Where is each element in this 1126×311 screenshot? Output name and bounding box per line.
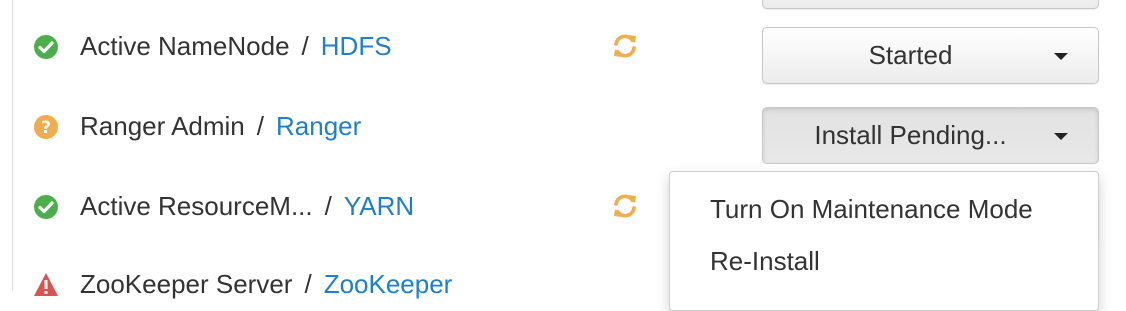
host-component-row: Active ResourceM... / YARN: [0, 188, 700, 228]
question-circle-icon: ?: [33, 114, 59, 140]
component-label: Active NameNode / HDFS: [80, 31, 392, 61]
button-label: Install Pending...: [814, 120, 1007, 150]
refresh-icon[interactable]: [611, 32, 639, 60]
service-link-hdfs[interactable]: HDFS: [321, 31, 392, 61]
host-component-row: Active NameNode / HDFS: [0, 28, 700, 68]
svg-text:?: ?: [41, 118, 51, 138]
separator: /: [304, 269, 312, 299]
separator: /: [256, 111, 264, 141]
component-label: ZooKeeper Server / ZooKeeper: [80, 269, 452, 299]
menu-item-reinstall[interactable]: Re-Install: [670, 239, 1098, 283]
service-link-ranger[interactable]: Ranger: [276, 111, 361, 141]
check-circle-icon: [33, 194, 59, 220]
host-component-row: ZooKeeper Server / ZooKeeper: [0, 266, 700, 306]
component-name: Ranger Admin: [80, 111, 245, 141]
separator: /: [324, 191, 332, 221]
warning-triangle-icon: [33, 272, 59, 298]
action-dropdown-menu: Turn On Maintenance Mode Re-Install: [669, 171, 1099, 311]
button-label: Started: [868, 40, 953, 70]
namenode-action-button[interactable]: Started: [762, 27, 1099, 84]
component-name: Active ResourceM...: [80, 191, 313, 221]
service-link-zookeeper[interactable]: ZooKeeper: [324, 269, 453, 299]
refresh-icon[interactable]: [611, 192, 639, 220]
caret-down-icon: [1054, 52, 1068, 60]
component-name: Active NameNode: [80, 31, 290, 61]
ranger-action-button[interactable]: Install Pending...: [762, 107, 1099, 164]
component-label: Active ResourceM... / YARN: [80, 191, 414, 221]
host-component-row: ? Ranger Admin / Ranger: [0, 108, 700, 148]
component-label: Ranger Admin / Ranger: [80, 111, 361, 141]
check-circle-icon: [33, 34, 59, 60]
component-name: ZooKeeper Server: [80, 269, 293, 299]
caret-down-icon: [1054, 132, 1068, 140]
service-link-yarn[interactable]: YARN: [344, 191, 414, 221]
action-button-previous[interactable]: [762, 0, 1099, 9]
menu-item-maintenance-mode[interactable]: Turn On Maintenance Mode: [670, 187, 1098, 231]
separator: /: [301, 31, 309, 61]
